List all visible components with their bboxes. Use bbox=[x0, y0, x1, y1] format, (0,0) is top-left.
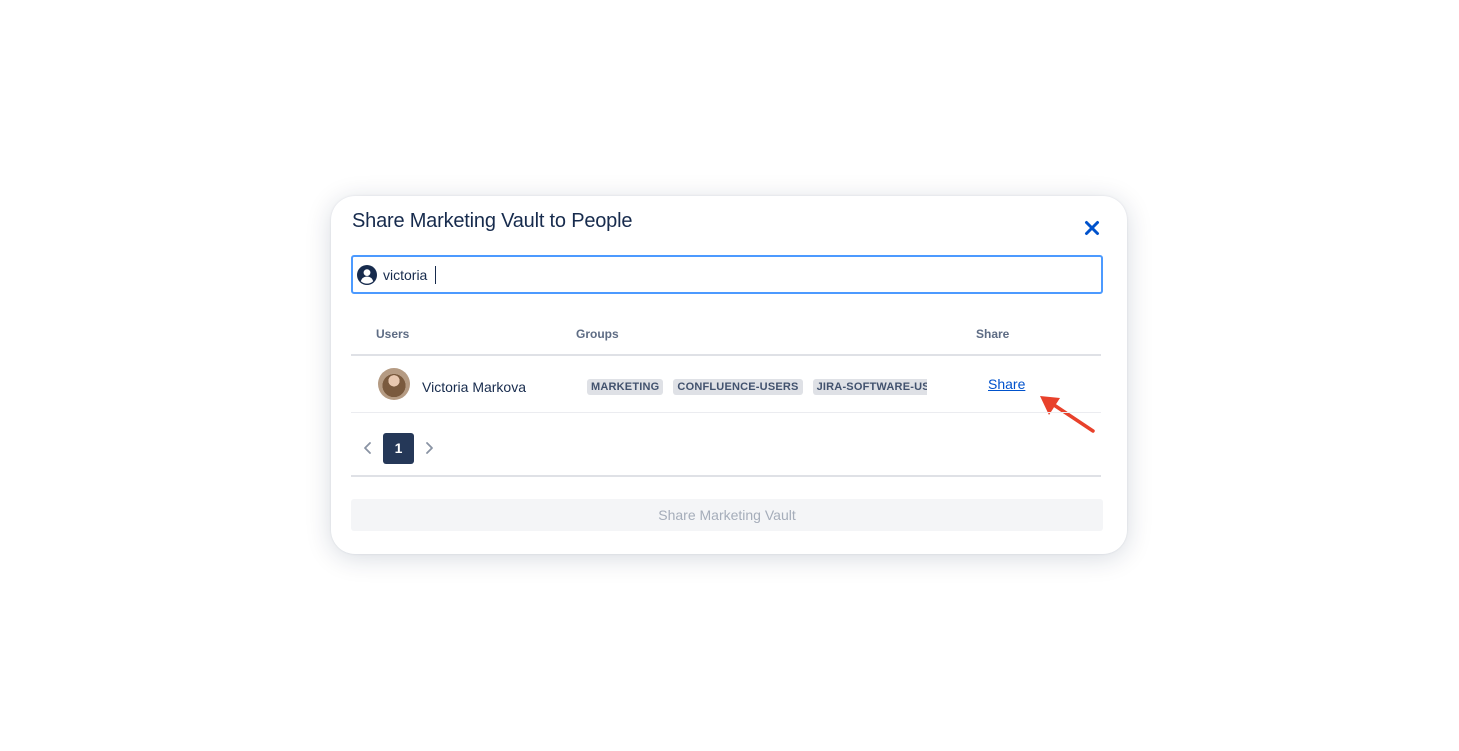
column-header-users: Users bbox=[376, 327, 410, 341]
user-name: Victoria Markova bbox=[422, 379, 527, 395]
column-header-share: Share bbox=[976, 327, 1010, 341]
dialog-title: Share Marketing Vault to People bbox=[352, 210, 633, 232]
group-tags: MARKETING CONFLUENCE-USERS JIRA-SOFTWARE-U… bbox=[587, 377, 927, 395]
chevron-right-icon bbox=[426, 442, 433, 454]
share-dialog: Share Marketing Vault to People Users Gr… bbox=[331, 196, 1127, 554]
footer-divider bbox=[351, 475, 1101, 477]
close-button[interactable] bbox=[1080, 216, 1104, 240]
next-page-button[interactable] bbox=[421, 438, 437, 458]
page-button-current[interactable]: 1 bbox=[383, 433, 414, 464]
search-field[interactable] bbox=[351, 255, 1103, 294]
group-tag: JIRA-SOFTWARE-USERS bbox=[812, 379, 927, 395]
share-link[interactable]: Share bbox=[988, 376, 1025, 392]
close-icon bbox=[1085, 221, 1099, 235]
group-tag: MARKETING bbox=[587, 379, 664, 395]
table-header-divider bbox=[351, 354, 1101, 356]
user-circle-icon bbox=[357, 265, 377, 285]
group-tag: CONFLUENCE-USERS bbox=[673, 379, 803, 395]
row-divider bbox=[351, 412, 1101, 413]
chevron-left-icon bbox=[364, 442, 371, 454]
previous-page-button[interactable] bbox=[360, 438, 376, 458]
column-header-groups: Groups bbox=[576, 327, 619, 341]
share-vault-button[interactable]: Share Marketing Vault bbox=[351, 499, 1103, 531]
avatar bbox=[378, 368, 410, 400]
text-caret bbox=[435, 266, 436, 284]
annotation-arrow-icon bbox=[1040, 396, 1095, 433]
search-input[interactable] bbox=[383, 257, 1083, 292]
